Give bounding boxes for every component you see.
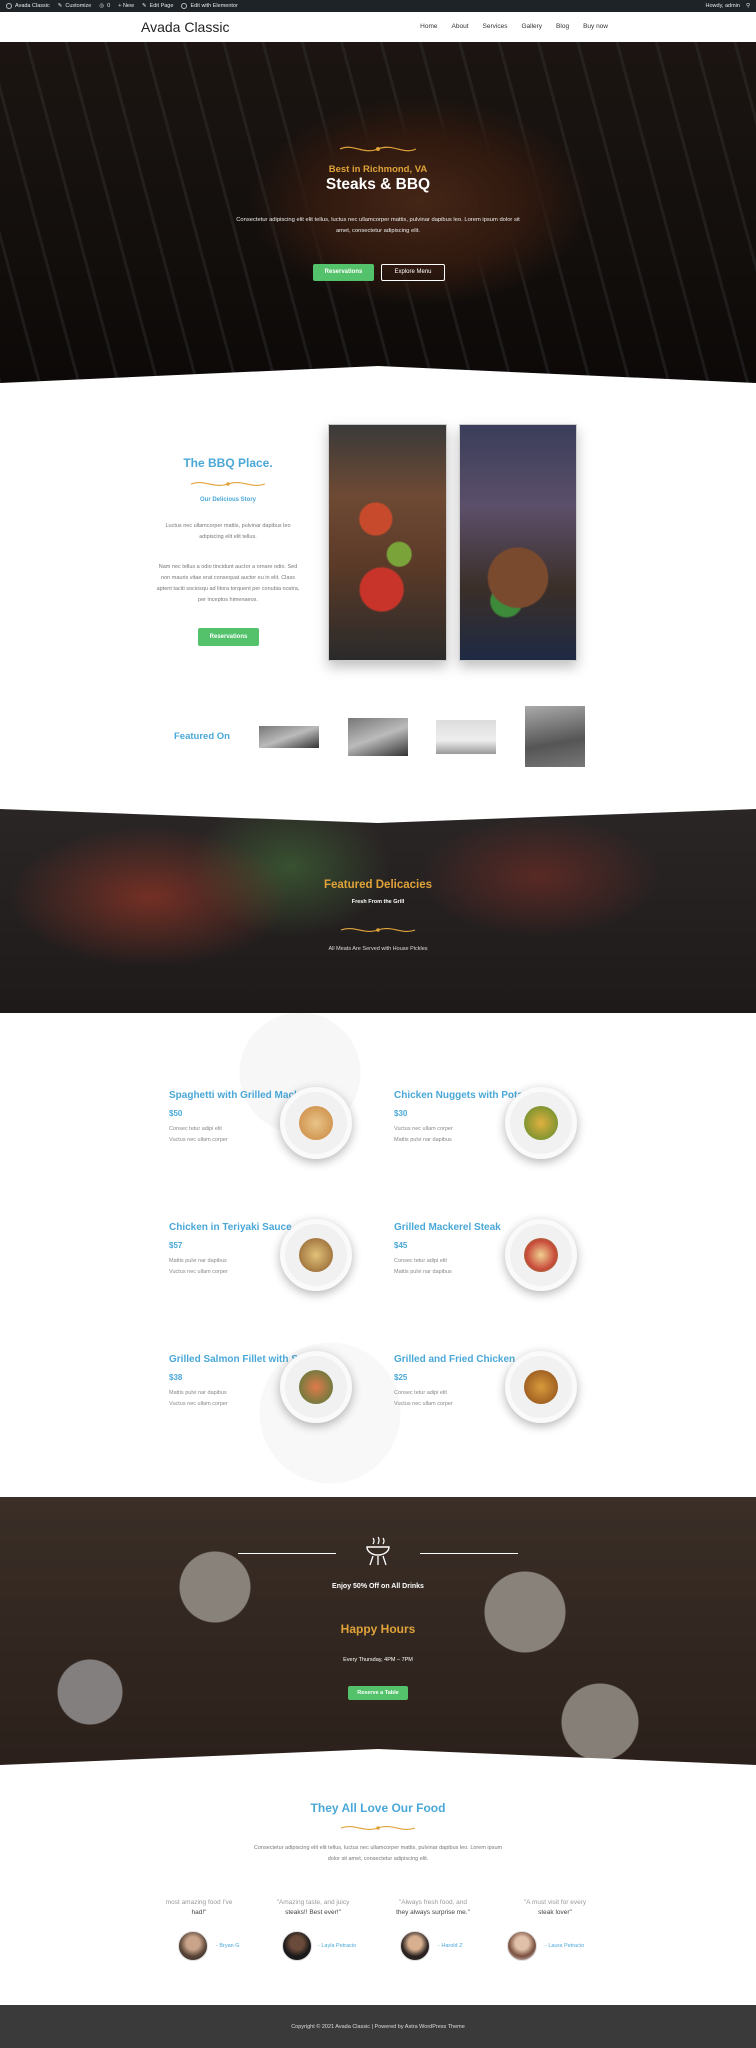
avatar (507, 1931, 537, 1961)
site-footer: Copyright © 2021 Avada Classic | Powered… (0, 2005, 756, 2048)
delicacies-subtitle: Fresh From the Grill (351, 899, 405, 905)
ornament-icon (340, 1826, 416, 1830)
search-icon[interactable]: ⚲ (746, 3, 750, 9)
grill-icon (366, 1536, 390, 1566)
menu-dish-image (280, 1219, 352, 1291)
ornament-icon (340, 928, 416, 932)
menu-item-name: Chicken in Teriyaki Sauce (169, 1222, 292, 1233)
happy-time: Every Thursday, 4PM – 7PM (343, 1657, 413, 1663)
admin-site-link[interactable]: Avada Classic (6, 3, 50, 9)
about-para-2: Nam nec tellus a odio tincidunt auctor a… (156, 564, 300, 603)
testimonials-title: They All Love Our Food (310, 1801, 446, 1815)
avatar (282, 1931, 312, 1961)
delicacies-section: Featured Delicacies Fresh From the Grill… (0, 807, 756, 1013)
avatar (400, 1931, 430, 1961)
wordpress-icon (6, 3, 12, 9)
ornament-icon (190, 482, 266, 486)
testimonial-quote: "Always fresh food, and they always surp… (396, 1899, 470, 1916)
featured-on-label: Featured On (174, 731, 230, 742)
featured-logo-3 (436, 720, 496, 754)
happy-hours-section: Enjoy 50% Off on All Drinks Happy Hours … (0, 1497, 756, 1767)
menu-dish-image (280, 1087, 352, 1159)
footer-copyright: Copyright © 2021 Avada Classic | Powered… (291, 2023, 465, 2030)
happy-title: Happy Hours (340, 1622, 416, 1636)
hero-text: Consectetur adipiscing elit elit tellus,… (236, 217, 520, 234)
testimonial-quote: most amazing food I've had!" (165, 1899, 233, 1916)
delicacies-text: All Meats Are Served with House Pickles (328, 946, 428, 952)
menu-item-name: Grilled and Fried Chicken (394, 1354, 516, 1365)
admin-new-link[interactable]: + New (118, 3, 134, 9)
happy-offer: Enjoy 50% Off on All Drinks (332, 1583, 424, 1590)
featured-logo-4 (525, 706, 585, 767)
admin-customize-link[interactable]: ✎ Customize (58, 3, 92, 9)
site-header: Avada Classic Home About Services Galler… (0, 12, 756, 42)
edit-icon: ✎ (141, 3, 147, 9)
hero-title: Steaks & BBQ (325, 176, 431, 193)
pencil-icon: ✎ (57, 3, 63, 9)
admin-howdy[interactable]: Howdy, admin (706, 3, 740, 9)
lamb-chop-photo (459, 424, 577, 661)
delicacies-title: Featured Delicacies (323, 879, 433, 891)
about-title: The BBQ Place. (183, 456, 273, 470)
menu-item-name: Grilled Salmon Fillet with Salad (169, 1354, 318, 1365)
testimonial-author: - Laura Petracio (545, 1943, 585, 1949)
menu-item-name: Grilled Mackerel Steak (394, 1222, 501, 1233)
admin-bar: Avada Classic ✎ Customize ◎ 0 + New ✎ Edit … (0, 0, 756, 12)
avatar (178, 1931, 208, 1961)
hero-section: Best in Richmond, VA Steaks & BBQ Consec… (0, 42, 756, 388)
testimonials-text: Consectetur adipiscing elit elit tellus,… (253, 1845, 503, 1862)
elementor-icon (181, 3, 188, 9)
menu-dish-image (280, 1351, 352, 1423)
menu-item-name: Chicken Nuggets with Potato (394, 1090, 533, 1101)
featured-logo-2 (348, 718, 408, 756)
section-divider (0, 366, 756, 388)
nav-blog[interactable]: Blog (556, 23, 569, 30)
testimonial-author: - Harold Z (438, 1943, 463, 1949)
testimonial-author: - Layla Petracio (318, 1943, 357, 1949)
testimonial-quote: "A must visit for every steak lover" (523, 1899, 587, 1916)
nav-about[interactable]: About (452, 23, 469, 30)
featured-logo-1 (259, 726, 319, 748)
admin-elementor-link[interactable]: Edit with Elementor (181, 3, 238, 9)
nav-buy-now[interactable]: Buy now (583, 23, 608, 30)
menu-dish-image (505, 1219, 577, 1291)
menu-item-name: Spaghetti with Grilled Mackerel (169, 1090, 318, 1101)
about-para-1: Luctus nec ullamcorper mattis, pulvinar … (165, 523, 291, 540)
hero-kicker: Best in Richmond, VA (328, 164, 428, 175)
admin-comments-link[interactable]: ◎ 0 (99, 3, 110, 9)
testimonial-author: - Bryan G (216, 1943, 240, 1949)
site-logo[interactable]: Avada Classic (141, 19, 229, 35)
menu-dish-image (505, 1351, 577, 1423)
ornament-icon (339, 146, 417, 152)
main-nav: Home About Services Gallery Blog Buy now (406, 23, 608, 30)
nav-home[interactable]: Home (420, 23, 437, 30)
testimonial-quote: "Amazing taste, and juicy steaks!! Best … (276, 1899, 350, 1916)
comment-icon: ◎ (99, 3, 105, 9)
nav-gallery[interactable]: Gallery (521, 23, 542, 30)
hero-reservations-button[interactable]: Reservations (313, 264, 374, 281)
about-subtitle: Our Delicious Story (199, 497, 256, 503)
bbq-skewers-photo (328, 424, 447, 661)
admin-edit-page-link[interactable]: ✎ Edit Page (142, 3, 173, 9)
reserve-table-button[interactable]: Reserve a Table (348, 1686, 408, 1700)
nav-services[interactable]: Services (483, 23, 508, 30)
about-reservations-button[interactable]: Reservations (198, 628, 259, 646)
hero-explore-menu-button[interactable]: Explore Menu (381, 264, 445, 281)
menu-dish-image (505, 1087, 577, 1159)
